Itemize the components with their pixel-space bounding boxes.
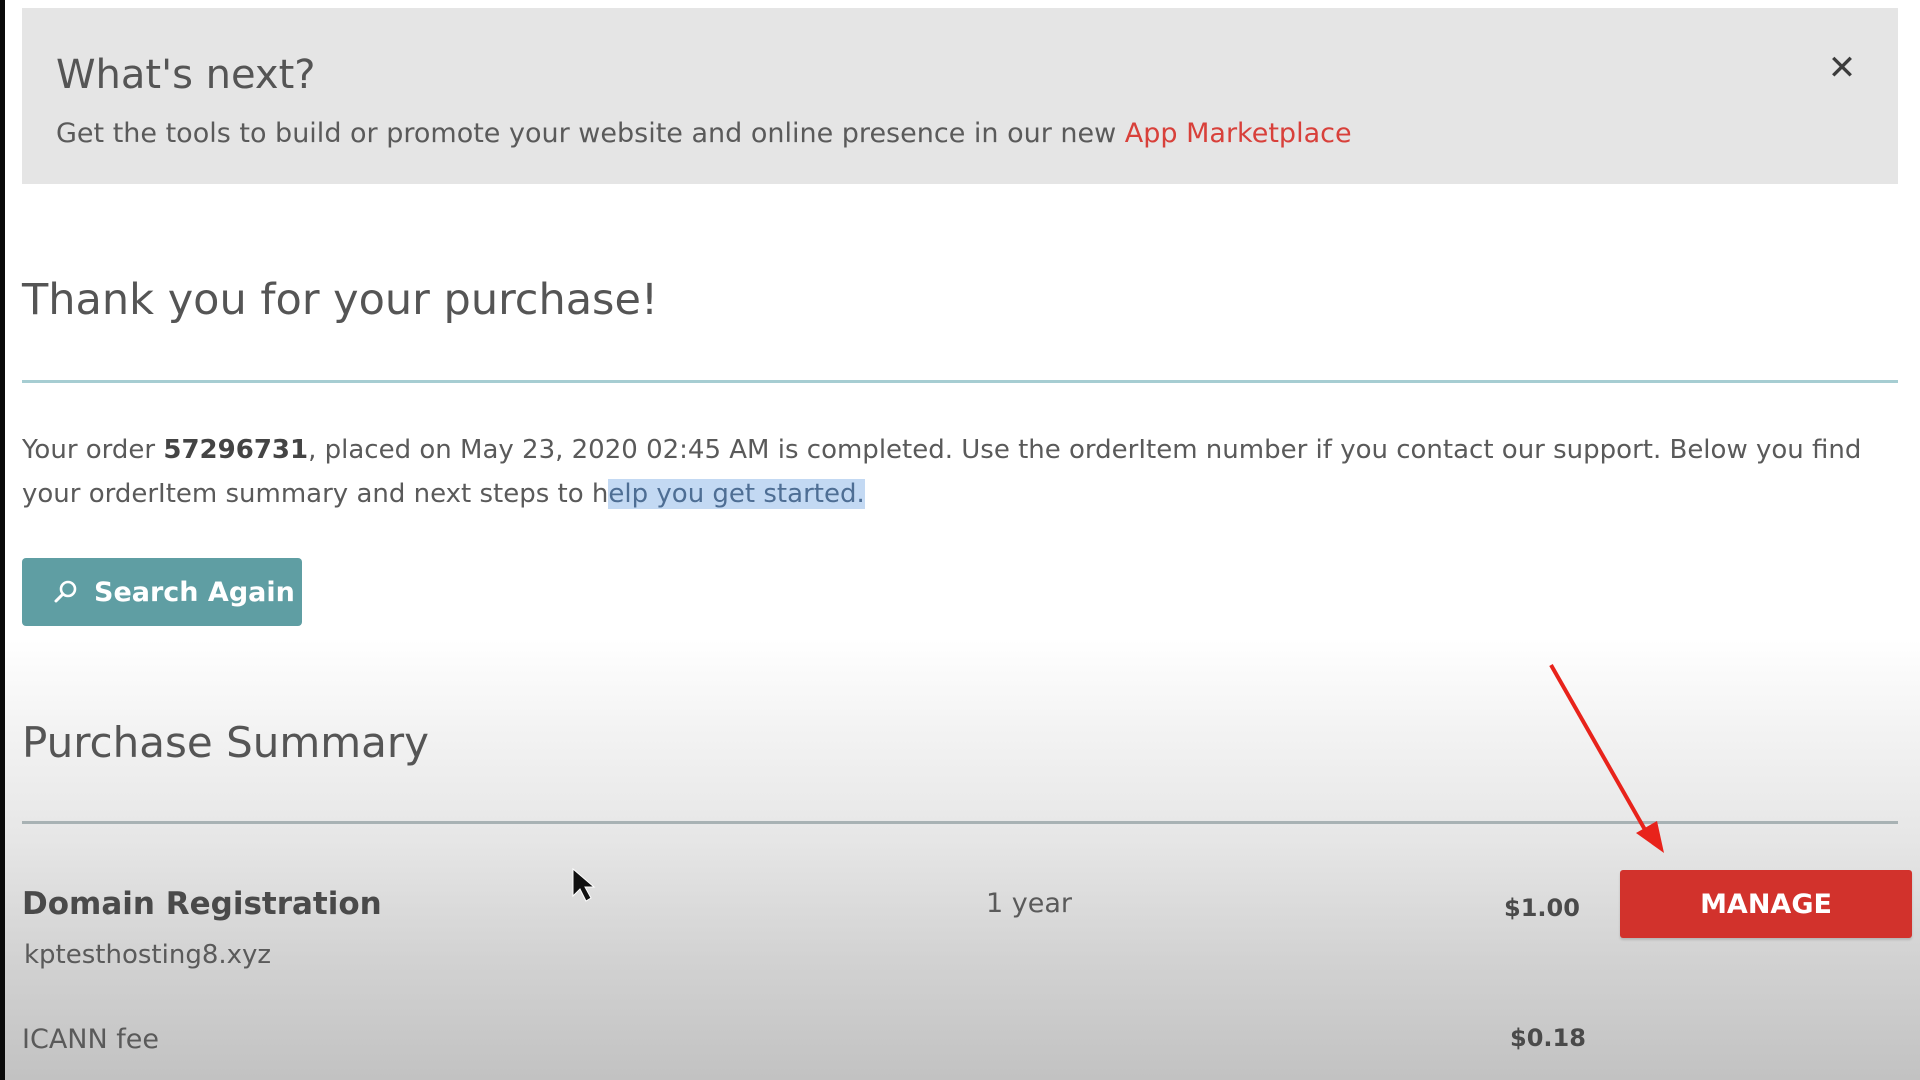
manage-button-label: MANAGE xyxy=(1700,888,1832,920)
manage-button[interactable]: MANAGE xyxy=(1620,870,1912,938)
search-icon xyxy=(54,580,77,603)
fee-label: ICANN fee xyxy=(22,1024,159,1055)
window-edge xyxy=(0,0,5,1080)
order-line-2: your orderItem summary and next steps to… xyxy=(22,472,1900,516)
summary-divider xyxy=(22,821,1898,824)
close-banner-button[interactable]: ✕ xyxy=(1824,50,1860,86)
title-divider xyxy=(22,380,1898,383)
mouse-cursor-icon xyxy=(572,867,596,902)
whats-next-banner: What's next? Get the tools to build or p… xyxy=(22,8,1898,184)
fee-price: $0.18 xyxy=(1510,1024,1586,1052)
search-again-label: Search Again xyxy=(94,576,295,608)
app-marketplace-link[interactable]: App Marketplace xyxy=(1125,118,1352,149)
item-term: 1 year xyxy=(986,888,1072,919)
order-prefix: Your order xyxy=(22,435,164,465)
item-price: $1.00 xyxy=(1504,894,1580,922)
order-line-1: Your order 57296731, placed on May 23, 2… xyxy=(22,428,1900,472)
banner-text: Get the tools to build or promote your w… xyxy=(56,118,1352,149)
close-icon: ✕ xyxy=(1827,48,1857,88)
order-suffix: , placed on May 23, 2020 02:45 AM is com… xyxy=(308,435,1862,465)
search-again-button[interactable]: Search Again xyxy=(22,558,302,626)
page-title: Thank you for your purchase! xyxy=(22,275,659,325)
order-line-2-text: your orderItem summary and next steps to… xyxy=(22,479,609,509)
annotation-arrow xyxy=(1549,664,1664,853)
selected-text: elp you get started. xyxy=(608,479,865,509)
banner-title: What's next? xyxy=(56,52,316,98)
item-domain: kptesthosting8.xyz xyxy=(24,940,272,970)
order-confirmation-text: Your order 57296731, placed on May 23, 2… xyxy=(22,428,1900,516)
purchase-summary-title: Purchase Summary xyxy=(22,718,430,767)
banner-description: Get the tools to build or promote your w… xyxy=(56,118,1125,149)
order-number: 57296731 xyxy=(163,435,309,465)
item-name: Domain Registration xyxy=(22,886,382,922)
page: What's next? Get the tools to build or p… xyxy=(0,0,1920,1080)
